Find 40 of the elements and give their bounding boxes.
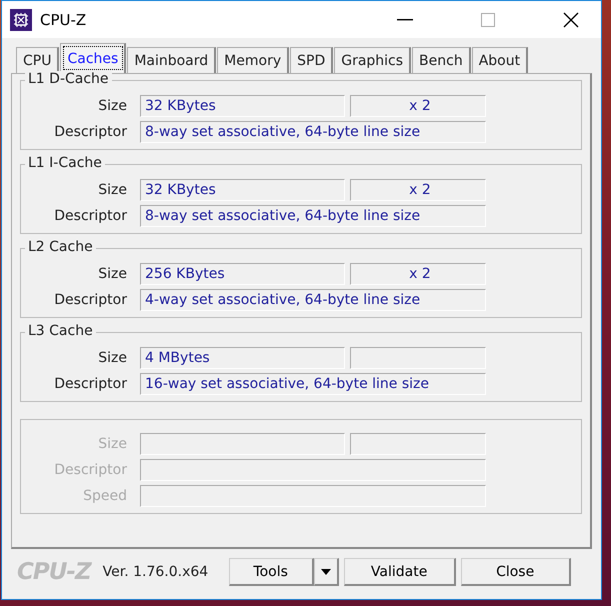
- tab[interactable]: CPU: [16, 47, 60, 73]
- minimize-icon[interactable]: [397, 18, 413, 20]
- value-field: 8-way set associative, 64-byte line size: [140, 121, 486, 143]
- field-label: Size: [97, 182, 127, 198]
- field-label: Descriptor: [53, 462, 127, 478]
- tab[interactable]: About: [472, 47, 528, 73]
- value-field: 32 KBytes: [140, 179, 345, 201]
- footer-button[interactable]: Validate: [344, 558, 456, 586]
- value-field: 256 KBytes: [140, 263, 345, 285]
- close-icon[interactable]: [563, 12, 579, 28]
- value-field: x 2: [350, 263, 486, 285]
- tab[interactable]: SPD: [290, 47, 334, 73]
- footer-button[interactable]: Close: [460, 558, 571, 586]
- field-label: Speed: [82, 488, 127, 504]
- tab[interactable]: Memory: [217, 47, 290, 73]
- field-label: Descriptor: [53, 292, 127, 308]
- field-label: Descriptor: [53, 376, 127, 392]
- value-field: x 2: [350, 95, 486, 117]
- tab[interactable]: Caches: [60, 43, 126, 73]
- tab[interactable]: Bench: [412, 47, 471, 73]
- field-label: Size: [97, 98, 127, 114]
- value-field: 4 MBytes: [140, 347, 345, 369]
- tab[interactable]: Mainboard: [127, 47, 216, 73]
- field-label: Descriptor: [53, 208, 127, 224]
- app-icon: [10, 8, 32, 30]
- window-title: CPU-Z: [40, 10, 86, 28]
- value-field: x 2: [350, 179, 486, 201]
- version-label: Ver. 1.76.0.x64: [102, 564, 210, 580]
- tools-button[interactable]: Tools: [228, 558, 314, 586]
- value-field: 16-way set associative, 64-byte line size: [140, 373, 486, 395]
- caret-icon: [320, 568, 331, 574]
- value-field: 8-way set associative, 64-byte line size: [140, 205, 486, 227]
- dropdown-button[interactable]: [314, 558, 339, 586]
- field-label: Size: [97, 436, 127, 452]
- field-label: Size: [97, 350, 127, 366]
- field-label: Descriptor: [53, 124, 127, 140]
- field-label: Size: [97, 266, 127, 282]
- value-field: 4-way set associative, 64-byte line size: [140, 289, 486, 311]
- value-field: 32 KBytes: [140, 95, 345, 117]
- tab[interactable]: Graphics: [334, 47, 412, 73]
